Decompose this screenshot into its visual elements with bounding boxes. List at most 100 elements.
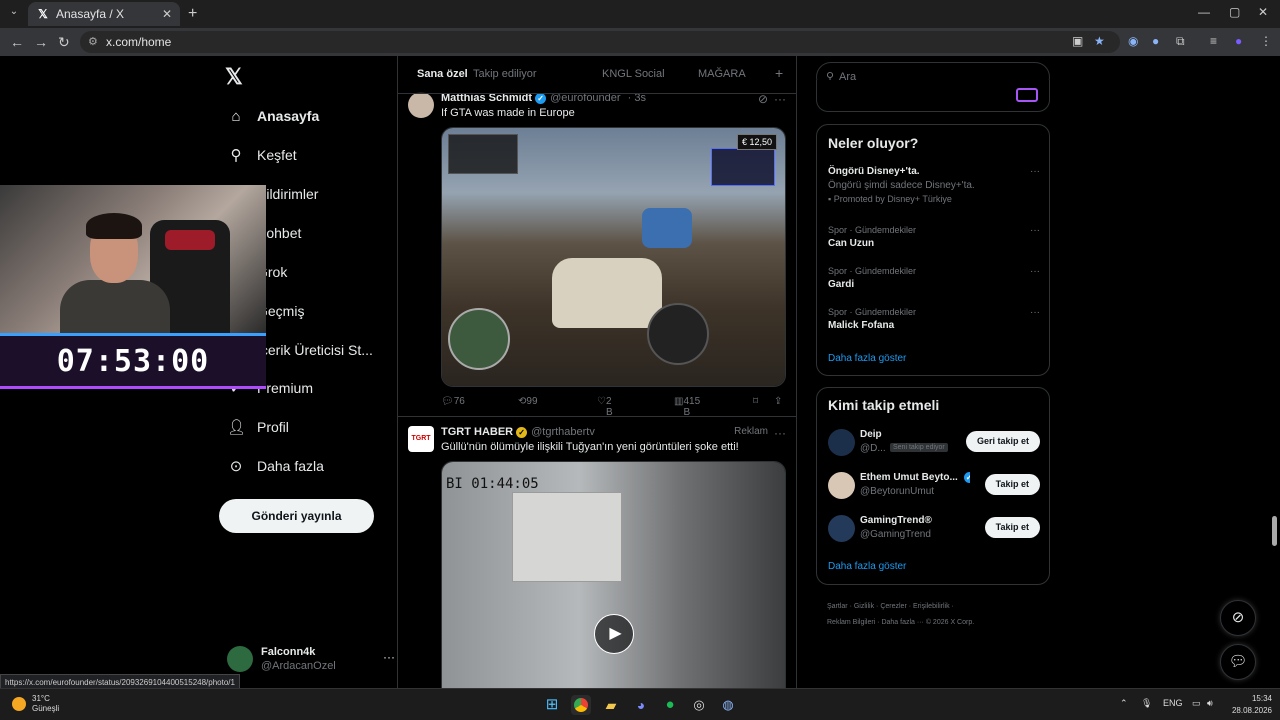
trend-item[interactable]: Spor · Gündemdekiler Malick Fofana ···: [828, 307, 1040, 331]
tab-search-icon[interactable]: ⌄: [6, 6, 22, 22]
follow-suggestion[interactable]: Deip @D... Seni takip ediyor Geri takip …: [828, 429, 1040, 463]
post-button[interactable]: Gönderi yayınla: [219, 499, 374, 533]
search-icon: ⚲: [230, 147, 242, 164]
nav-profile[interactable]: 👤︎ Profil: [227, 412, 289, 442]
extension-2-icon[interactable]: ●: [1152, 34, 1159, 48]
chrome-menu-icon[interactable]: ⋮: [1260, 34, 1272, 48]
bookmark-icon[interactable]: ⌑: [753, 396, 758, 407]
like-button[interactable]: ♡ 2 B: [597, 396, 613, 418]
nav-more[interactable]: ⊙ Daha fazla: [227, 451, 324, 481]
app-icon[interactable]: ◎: [689, 695, 709, 715]
avatar[interactable]: [408, 92, 434, 118]
close-window-icon[interactable]: ✕: [1258, 5, 1268, 19]
tab-magara[interactable]: MAĞARA: [698, 68, 746, 80]
cctv-video: BI 01:44:05 ▶: [442, 462, 785, 688]
profile-avatar-icon[interactable]: ●: [1235, 34, 1242, 48]
windows-start-icon[interactable]: ⊞: [542, 695, 562, 715]
tab-for-you[interactable]: Sana özel: [417, 68, 468, 80]
spotify-icon[interactable]: ●: [660, 695, 680, 715]
temperature: 31°C: [32, 694, 50, 703]
verified-icon: ✓: [535, 93, 547, 104]
scrollbar[interactable]: [1270, 58, 1278, 688]
follow-button[interactable]: Takip et: [984, 474, 1040, 495]
nav-label: İçerik Üreticisi St...: [257, 342, 373, 358]
file-explorer-icon[interactable]: ▰: [601, 695, 621, 715]
tweet[interactable]: TGRT TGRT HABER ✓ @tgrthabertv Reklam ··· …: [398, 424, 796, 688]
reply-button[interactable]: 💬︎ 76: [441, 396, 465, 407]
weather-widget[interactable]: 31°C Güneşli: [12, 694, 59, 714]
maximize-icon[interactable]: ▢: [1229, 5, 1240, 19]
trend-more-icon[interactable]: ···: [1030, 266, 1040, 277]
reading-list-icon[interactable]: ≡: [1210, 34, 1217, 48]
scrollbar-thumb[interactable]: [1272, 516, 1277, 546]
nav-explore[interactable]: ⚲ Keşfet: [227, 140, 297, 170]
grok-fab-icon[interactable]: ⊘: [1220, 600, 1256, 636]
tab-following[interactable]: Takip ediliyor: [473, 68, 537, 80]
site-info-icon[interactable]: ⚙: [88, 31, 98, 53]
trend-item[interactable]: Spor · Gündemdekiler Can Uzun ···: [828, 225, 1040, 249]
views-button[interactable]: ▥ 415 B: [674, 396, 700, 418]
tweet-video[interactable]: BI 01:44:05 ▶: [441, 461, 786, 688]
grok-explain-icon[interactable]: ⊘: [758, 92, 768, 106]
tweet-actions: 💬︎ 76 ⟲ 99 ♡ 2 B ▥ 415 B ⌑ ⇪: [441, 396, 786, 418]
follow-suggestion[interactable]: GamingTrend® @GamingTrend Takip et: [828, 515, 1040, 549]
trend-item[interactable]: Öngörü Disney+'ta. Öngörü şimdi sadece D…: [828, 166, 1040, 204]
cast-icon[interactable]: ▣: [1072, 34, 1083, 48]
messages-fab-icon[interactable]: 💬︎: [1220, 644, 1256, 680]
suggestion-name: Ethem Umut Beyto...: [860, 472, 958, 483]
trend-more-icon[interactable]: ···: [1030, 225, 1040, 236]
microphone-icon[interactable]: 🎙︎: [1141, 698, 1152, 709]
address-bar[interactable]: ⚙ x.com/home: [80, 31, 1120, 53]
follow-back-button[interactable]: Geri takip et: [965, 431, 1040, 452]
chrome-icon[interactable]: [571, 695, 591, 715]
footer-link[interactable]: Reklam Bilgileri: [827, 619, 875, 626]
network-icon[interactable]: ▭: [1192, 698, 1201, 709]
nav-home[interactable]: ⌂ Anasayfa: [227, 101, 319, 131]
clock-date: 28.08.2026: [1231, 706, 1272, 715]
bookmark-star-icon[interactable]: ★: [1094, 34, 1105, 48]
footer-link[interactable]: Erişilebilirlik: [913, 603, 950, 610]
tweet-more-icon[interactable]: ···: [774, 92, 786, 106]
puzzle-icon[interactable]: ⧉: [1176, 34, 1185, 49]
tweet-image[interactable]: € 12,50: [441, 127, 786, 387]
account-switcher[interactable]: Falconn4k @ArdacanOzel ···: [227, 644, 395, 674]
footer-link[interactable]: Gizlilik: [854, 603, 874, 610]
tweet[interactable]: Matthias Schmidt ✓ @eurofounder · 3s ··· ⊘…: [398, 90, 796, 418]
discord-icon[interactable]: ◕: [631, 695, 651, 715]
follow-suggestion[interactable]: Ethem Umut Beyto... ✓ @BeytorunUmut Taki…: [828, 472, 1040, 506]
tray-overflow-icon[interactable]: ⌃: [1120, 698, 1128, 709]
avatar[interactable]: TGRT: [408, 426, 434, 452]
new-tab-icon[interactable]: +: [188, 5, 197, 23]
language-indicator[interactable]: ENG: [1163, 698, 1183, 708]
footer-link[interactable]: Çerezler: [880, 603, 906, 610]
minimize-icon[interactable]: —: [1198, 5, 1210, 19]
trend-item[interactable]: Spor · Gündemdekiler Gardi ···: [828, 266, 1040, 290]
tweet-more-icon[interactable]: ···: [774, 426, 786, 440]
add-tab-icon[interactable]: +: [775, 65, 783, 81]
close-tab-icon[interactable]: ✕: [162, 7, 172, 21]
tweet-author[interactable]: TGRT HABER ✓ @tgrthabertv: [441, 426, 595, 438]
play-icon[interactable]: ▶: [594, 614, 634, 654]
steam-icon[interactable]: ◍: [718, 695, 738, 715]
back-icon[interactable]: ←: [10, 34, 24, 50]
clock[interactable]: 15:34 28.08.2026: [1228, 693, 1272, 717]
trend-meta: Spor · Gündemdekiler: [828, 225, 917, 235]
trend-more-icon[interactable]: ···: [1030, 307, 1040, 318]
x-logo-icon[interactable]: 𝕏: [225, 64, 243, 90]
footer-link[interactable]: Şartlar: [827, 603, 848, 610]
volume-icon[interactable]: 🔊︎: [1207, 698, 1213, 709]
reload-icon[interactable]: ↻: [58, 34, 70, 51]
account-more-icon[interactable]: ···: [383, 650, 395, 664]
forward-icon[interactable]: →: [34, 34, 48, 50]
footer-link[interactable]: Daha fazla ···: [881, 619, 923, 626]
trend-more-icon[interactable]: ···: [1030, 166, 1040, 177]
browser-tab[interactable]: 𝕏 Anasayfa / X ✕: [28, 2, 180, 26]
follow-button[interactable]: Takip et: [984, 517, 1040, 538]
extension-icon[interactable]: ◉: [1128, 34, 1138, 48]
show-more-link[interactable]: Daha fazla göster: [828, 353, 906, 364]
tab-kngl-social[interactable]: KNGL Social: [602, 68, 665, 80]
repost-button[interactable]: ⟲ 99: [518, 396, 538, 407]
show-more-link[interactable]: Daha fazla göster: [828, 561, 906, 572]
share-icon[interactable]: ⇪: [774, 396, 782, 407]
windows-taskbar: 31°C Güneşli ⊞ ▰ ◕ ● ◎ ◍ ⌃ 🎙︎ ENG ▭ 🔊︎ 15…: [0, 688, 1280, 720]
